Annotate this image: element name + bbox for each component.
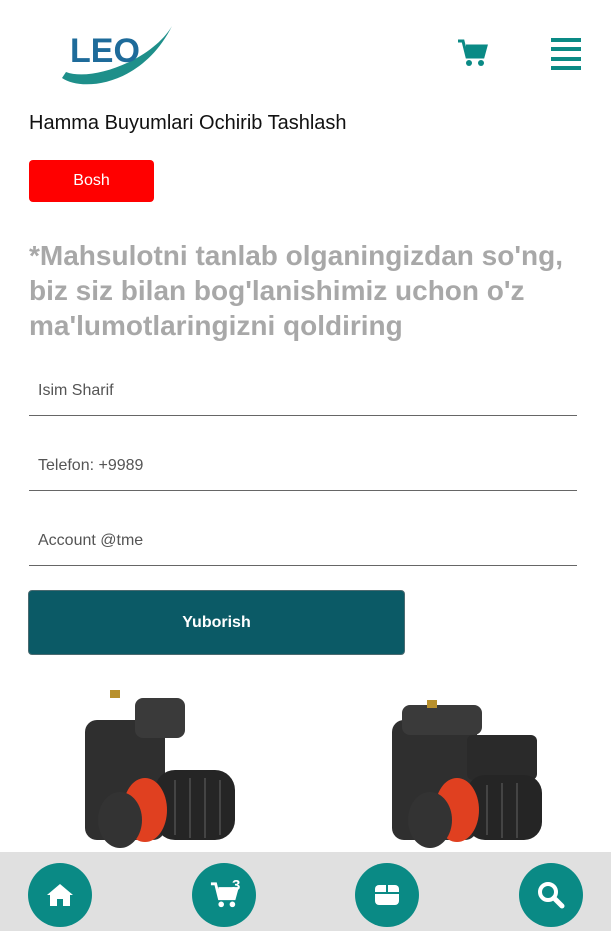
cart-button[interactable]: 3: [192, 863, 256, 927]
bottom-nav-bar: 3: [0, 852, 611, 931]
water-pump-image[interactable]: [372, 680, 552, 855]
clear-all-link[interactable]: Hamma Buyumlari Ochirib Tashlash: [29, 112, 347, 135]
account-input[interactable]: [29, 516, 577, 565]
leo-logo[interactable]: LEO: [52, 20, 176, 90]
cart-icon[interactable]: [456, 38, 488, 68]
header: LEO: [0, 0, 611, 105]
name-field-wrapper: [29, 366, 577, 416]
hamburger-menu-icon[interactable]: [551, 38, 581, 70]
home-icon: [47, 884, 73, 906]
products-button[interactable]: [355, 863, 419, 927]
search-icon: [538, 882, 565, 909]
phone-field-wrapper: [29, 441, 577, 491]
empty-button[interactable]: Bosh: [29, 160, 154, 202]
account-field-wrapper: [29, 516, 577, 566]
form-notice: *Mahsulotni tanlab olganingizdan so'ng, …: [29, 240, 563, 341]
water-pump-image[interactable]: [65, 680, 245, 855]
phone-input[interactable]: [29, 441, 577, 490]
cart-count-badge: 3: [232, 877, 241, 894]
home-button[interactable]: [28, 863, 92, 927]
svg-text:LEO: LEO: [70, 32, 140, 70]
search-button[interactable]: [519, 863, 583, 927]
submit-button[interactable]: Yuborish: [28, 590, 405, 655]
name-input[interactable]: [29, 366, 577, 415]
box-icon: [375, 885, 399, 905]
